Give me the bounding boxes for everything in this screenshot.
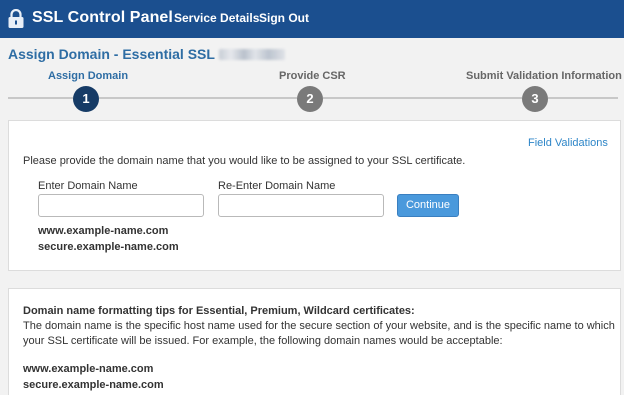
progress-line-left [8, 97, 73, 99]
step-label-provide-csr: Provide CSR [279, 70, 346, 82]
assign-domain-panel: Field Validations Please provide the dom… [8, 120, 621, 271]
instruction-text: Please provide the domain name that you … [23, 155, 466, 167]
lock-icon [8, 9, 24, 28]
tips-example-1: www.example-name.com [23, 363, 154, 375]
top-navigation-bar: SSL Control Panel Service Details Sign O… [0, 0, 624, 38]
progress-line-right [548, 97, 618, 99]
domain-name-label: Enter Domain Name [38, 180, 138, 192]
tips-paragraph-line-2: your SSL certificate will be issued. For… [23, 335, 503, 347]
step-3-circle: 3 [522, 86, 548, 112]
step-1-circle: 1 [73, 86, 99, 112]
domain-name-input[interactable] [38, 194, 204, 217]
redacted-order-number [218, 49, 285, 60]
formatting-tips-panel: Domain name formatting tips for Essentia… [8, 288, 621, 395]
tips-paragraph-line-1: The domain name is the specific host nam… [23, 320, 615, 332]
app-title: SSL Control Panel [32, 9, 173, 26]
progress-line-1-2 [99, 97, 297, 99]
nav-service-details[interactable]: Service Details [174, 11, 259, 25]
progress-line-2-3 [323, 97, 522, 99]
reenter-domain-label: Re-Enter Domain Name [218, 180, 336, 192]
nav-sign-out[interactable]: Sign Out [259, 11, 309, 25]
field-validations-link[interactable]: Field Validations [528, 137, 608, 149]
page-title: Assign Domain - Essential SSL [8, 46, 285, 62]
example-domain-2: secure.example-name.com [38, 241, 179, 253]
tips-heading: Domain name formatting tips for Essentia… [23, 305, 415, 317]
step-2-circle: 2 [297, 86, 323, 112]
reenter-domain-input[interactable] [218, 194, 384, 217]
tips-example-2: secure.example-name.com [23, 379, 164, 391]
step-label-submit-validation: Submit Validation Information [466, 70, 622, 82]
example-domain-1: www.example-name.com [38, 225, 169, 237]
step-label-assign-domain: Assign Domain [48, 70, 129, 82]
continue-button[interactable]: Continue [397, 194, 459, 217]
